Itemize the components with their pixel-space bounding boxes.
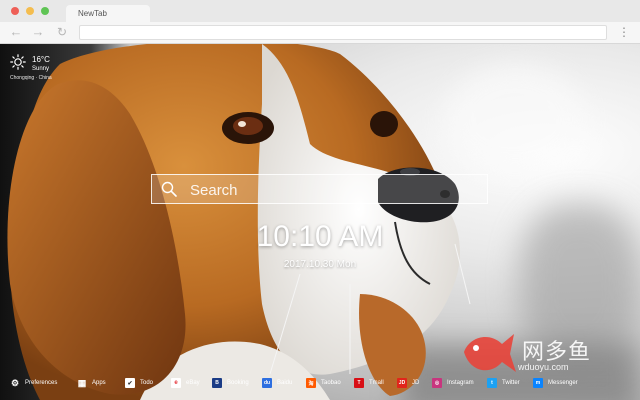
weather-location: Chongqing · China [10, 75, 52, 81]
shortcut-label: Instagram [447, 380, 474, 386]
shortcut-apps[interactable]: ▦ Apps [77, 374, 106, 392]
twitter-icon: t [487, 378, 497, 388]
shortcut-label: Booking [227, 380, 249, 386]
address-bar[interactable] [79, 25, 607, 40]
shortcut-label: eBay [186, 380, 200, 386]
shortcut-ebay[interactable]: e eBay [171, 374, 200, 392]
gear-icon: ⚙ [10, 377, 20, 388]
shortcut-label: Tmall [369, 380, 384, 386]
ebay-icon: e [171, 378, 181, 388]
watermark-url: wduoyu.com [518, 362, 569, 372]
search-box[interactable] [151, 174, 488, 205]
close-window-button[interactable] [11, 7, 19, 15]
shortcut-label: Messenger [548, 380, 578, 386]
shortcut-todo[interactable]: ✔ Todo [125, 374, 153, 392]
shortcut-booking[interactable]: B Booking [212, 374, 249, 392]
forward-arrow-icon[interactable]: → [31, 25, 45, 39]
shortcut-messenger[interactable]: m Messenger [533, 374, 578, 392]
browser-titlebar: NewTab [0, 0, 640, 22]
apps-grid-icon: ▦ [77, 377, 87, 388]
jd-icon: JD [397, 378, 407, 388]
shortcut-tmall[interactable]: T Tmall [354, 374, 384, 392]
browser-tab[interactable]: NewTab [66, 5, 150, 22]
taobao-icon: 淘 [306, 378, 316, 388]
shortcut-baidu[interactable]: du Baidu [262, 374, 292, 392]
shortcut-label: Taobao [321, 380, 341, 386]
shortcut-instagram[interactable]: ◎ Instagram [432, 374, 474, 392]
shortcut-label: Baidu [277, 380, 293, 386]
shortcut-taobao[interactable]: 淘 Taobao [306, 374, 341, 392]
back-arrow-icon[interactable]: ← [9, 25, 23, 39]
tab-title: NewTab [78, 9, 107, 18]
shortcut-label: Apps [92, 380, 106, 386]
shortcut-jd[interactable]: JD JD [397, 374, 419, 392]
clock-time: 10:10 AM [256, 220, 384, 253]
messenger-icon: m [533, 378, 543, 388]
shortcut-twitter[interactable]: t Twitter [487, 374, 520, 392]
reload-icon[interactable]: ↻ [55, 25, 69, 39]
minimize-window-button[interactable] [26, 7, 34, 15]
search-icon[interactable] [161, 181, 177, 197]
browser-menu-icon[interactable]: ⋮ [618, 24, 630, 40]
clock-date: 2017.10.30 Mon [283, 259, 357, 270]
booking-icon: B [212, 378, 222, 388]
maximize-window-button[interactable] [41, 7, 49, 15]
shortcut-label: Todo [140, 380, 154, 386]
shortcut-preferences[interactable]: ⚙ Preferences [10, 374, 57, 392]
baidu-icon: du [262, 378, 272, 388]
tmall-icon: T [354, 378, 364, 388]
shortcut-bar: ⚙ Preferences ▦ Apps ✔ Todo e eBay B Booking du Bai… [0, 374, 640, 392]
weather-temperature: 16°C [32, 55, 50, 64]
instagram-icon: ◎ [432, 378, 442, 388]
search-input[interactable] [188, 175, 482, 205]
browser-toolbar: ← → ↻ ⋮ [0, 22, 640, 44]
shortcut-label: Twitter [502, 380, 520, 386]
weather-condition: Sunny [32, 66, 50, 72]
fish-logo-icon [464, 334, 516, 372]
checkbox-icon: ✔ [125, 378, 135, 388]
new-tab-page: 16°C Sunny Chongqing · China 10:10 AM 20… [0, 44, 640, 400]
shortcut-label: JD [412, 380, 420, 386]
shortcut-label: Preferences [25, 380, 58, 386]
sun-icon [10, 54, 26, 70]
